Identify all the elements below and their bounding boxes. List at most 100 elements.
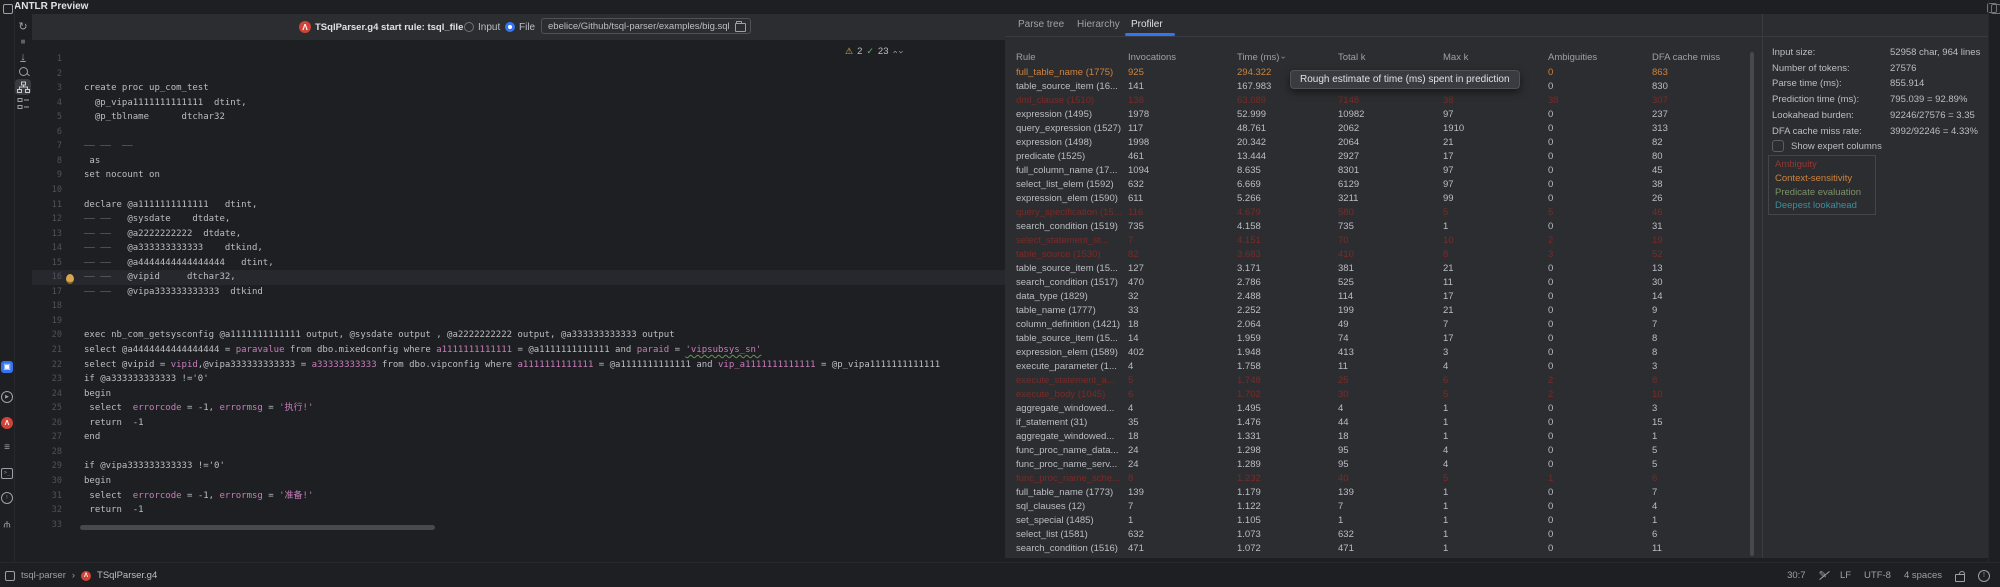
code-line[interactable]: end	[84, 430, 100, 445]
folder-icon[interactable]	[735, 23, 746, 32]
column-header[interactable]: Rule	[1016, 52, 1036, 63]
profiler-row[interactable]: table_source_item (15...1273.17138121013	[1005, 262, 1750, 276]
code-line[interactable]: @p_vipa1111111111111 dtint,	[84, 96, 247, 111]
stop-button[interactable]: ■	[15, 34, 31, 50]
code-line[interactable]: as	[84, 154, 100, 169]
profiler-row[interactable]: full_table_name (1773)1391.179139107	[1005, 486, 1750, 500]
readonly-edit-icon[interactable]: ✎	[1819, 570, 1827, 581]
lock-icon[interactable]	[1955, 574, 1965, 582]
column-header[interactable]: Invocations	[1128, 52, 1176, 63]
code-line[interactable]: declare @a1111111111111 dtint,	[84, 198, 257, 213]
column-header[interactable]: DFA cache miss	[1652, 52, 1720, 63]
profiler-row[interactable]: query_specification (15...1164.679580554…	[1005, 206, 1750, 220]
code-line[interactable]: if @vipa333333333333 !='0'	[84, 459, 225, 474]
profiler-row[interactable]: execute_body (1045)61.702305210	[1005, 388, 1750, 402]
code-line[interactable]: if @a333333333333 !='0'	[84, 372, 209, 387]
column-header[interactable]: Ambiguities	[1548, 52, 1597, 63]
profiler-row[interactable]: set_special (1485)11.1051101	[1005, 514, 1750, 528]
line-separator[interactable]: LF	[1840, 570, 1851, 581]
antlr-toolwindow-icon[interactable]: Λ	[1, 417, 13, 429]
profiler-row[interactable]: select_statement_st...74.1517010219	[1005, 234, 1750, 248]
code-line[interactable]: exec nb_com_getsysconfig @a1111111111111…	[84, 328, 675, 343]
tab-profiler[interactable]: Profiler	[1131, 19, 1163, 30]
column-header[interactable]: Time (ms)›	[1237, 52, 1285, 63]
input-radio-label[interactable]: Input	[478, 22, 500, 33]
profiler-row[interactable]: table_source_item (15...141.959741708	[1005, 332, 1750, 346]
table-vertical-scrollbar[interactable]	[1750, 52, 1754, 556]
tab-hierarchy[interactable]: Hierarchy	[1077, 19, 1120, 30]
project-icon[interactable]	[3, 4, 13, 14]
profiler-row[interactable]: expression (1496)2141.061214115	[1005, 556, 1750, 558]
code-line[interactable]: select errorcode = -1, errormsg = '执行!'	[84, 401, 313, 416]
profiler-row[interactable]: query_expression (1527)11748.76120621910…	[1005, 122, 1750, 136]
profiler-row[interactable]: data_type (1829)322.48811417014	[1005, 290, 1750, 304]
profiler-row[interactable]: aggregate_windowed...41.4954103	[1005, 402, 1750, 416]
code-line[interactable]: return -1	[84, 503, 144, 518]
profiler-row[interactable]: predicate (1525)46113.444292717080	[1005, 150, 1750, 164]
profiler-row[interactable]: expression (1495)197852.99910982970237	[1005, 108, 1750, 122]
code-line[interactable]: –– –– @a4444444444444444 dtint,	[84, 256, 274, 271]
run-icon[interactable]: ▶	[1, 391, 13, 403]
code-line[interactable]: –– –– ––	[84, 139, 133, 154]
column-header[interactable]: Max k	[1443, 52, 1468, 63]
search-button[interactable]	[15, 63, 31, 79]
profiler-row[interactable]: aggregate_windowed...181.33118101	[1005, 430, 1750, 444]
file-radio-label[interactable]: File	[519, 22, 535, 33]
profiler-view-button[interactable]	[15, 79, 31, 95]
code-line[interactable]: return -1	[84, 416, 144, 431]
profiler-row[interactable]: search_condition (1516)4711.0724711011	[1005, 542, 1750, 556]
code-line[interactable]: create proc up_com_test	[84, 81, 209, 96]
error-analysis-icon[interactable]: !	[1978, 570, 1990, 582]
antlr-preview-toolwindow-icon[interactable]: ▣	[1, 361, 13, 373]
code-line[interactable]: select @vipid = vipid,@vipa333333333333 …	[84, 358, 940, 373]
tree-view-button[interactable]	[15, 95, 31, 111]
breadcrumb-file[interactable]: TSqlParser.g4	[97, 570, 157, 581]
notifications-icon[interactable]	[1991, 4, 2000, 14]
tab-parse-tree[interactable]: Parse tree	[1018, 19, 1064, 30]
editor-horizontal-scrollbar[interactable]	[80, 525, 435, 530]
code-line[interactable]: –– –– @a2222222222 dtdate,	[84, 227, 241, 242]
profiler-row[interactable]: expression (1498)199820.342206421082	[1005, 136, 1750, 150]
profiler-row[interactable]: search_condition (1519)7354.1587351031	[1005, 220, 1750, 234]
file-path-field[interactable]: ebelice/Github/tsql-parser/examples/big.…	[541, 18, 751, 34]
file-encoding[interactable]: UTF-8	[1864, 570, 1891, 581]
profiler-row[interactable]: func_proc_name_data...241.29895405	[1005, 444, 1750, 458]
problems-icon[interactable]: !	[1, 492, 13, 504]
code-line[interactable]: select errorcode = -1, errormsg = '准备!'	[84, 489, 313, 504]
code-line[interactable]: –– –– @vipa333333333333 dtkind	[84, 285, 263, 300]
breadcrumb-project[interactable]: tsql-parser	[21, 570, 66, 581]
profiler-row[interactable]: search_condition (1517)4702.78652511030	[1005, 276, 1750, 290]
version-control-icon[interactable]: Ψ	[1, 518, 13, 530]
caret-position[interactable]: 30:7	[1787, 570, 1806, 581]
code-line[interactable]: set nocount on	[84, 168, 160, 183]
next-issue-icon[interactable]: ›	[896, 50, 906, 53]
code-line[interactable]: begin	[84, 474, 111, 489]
profiler-row[interactable]: func_proc_name_sche...81.23240516	[1005, 472, 1750, 486]
profiler-row[interactable]: expression_elem (1590)6115.266321199026	[1005, 192, 1750, 206]
profiler-row[interactable]: sql_clauses (12)71.1227104	[1005, 500, 1750, 514]
profiler-row[interactable]: if_statement (31)351.476441015	[1005, 416, 1750, 430]
code-editor[interactable]: 123create proc up_com_test4 @p_vipa11111…	[32, 40, 1005, 558]
code-line[interactable]: select @a4444444444444444 = paravalue fr…	[84, 343, 761, 358]
profiler-row[interactable]: select_list_elem (1592)6326.669612997038	[1005, 178, 1750, 192]
profiler-row[interactable]: full_column_name (17...10948.63583019704…	[1005, 164, 1750, 178]
profiler-row[interactable]: table_source (1530)823.6834108352	[1005, 248, 1750, 262]
profiler-row[interactable]: expression_elem (1589)4021.948413308	[1005, 346, 1750, 360]
intention-bulb-icon[interactable]	[66, 274, 74, 284]
file-radio[interactable]	[505, 22, 515, 32]
code-line[interactable]: begin	[84, 387, 111, 402]
profiler-row[interactable]: table_name (1777)332.2521992109	[1005, 304, 1750, 318]
profiler-row[interactable]: column_definition (1421)182.06449707	[1005, 318, 1750, 332]
indent-style[interactable]: 4 spaces	[1904, 570, 1942, 581]
profiler-row[interactable]: select_list (1581)6321.073632106	[1005, 528, 1750, 542]
profiler-row[interactable]: func_proc_name_serv...241.28995405	[1005, 458, 1750, 472]
input-radio[interactable]	[464, 22, 474, 32]
code-line[interactable]: @p_tblname dtchar32	[84, 110, 225, 125]
code-line[interactable]: –– –– @vipid dtchar32,	[84, 270, 236, 285]
code-line[interactable]: –– –– @sysdate dtdate,	[84, 212, 230, 227]
refresh-button[interactable]: ↻	[15, 19, 31, 35]
layers-icon[interactable]: ≡	[1, 442, 13, 454]
show-expert-columns-label[interactable]: Show expert columns	[1791, 141, 1882, 152]
inspections-widget[interactable]: ⚠ 2 ✓ 23 › ›	[845, 46, 903, 57]
terminal-icon[interactable]: >_	[1, 468, 13, 479]
